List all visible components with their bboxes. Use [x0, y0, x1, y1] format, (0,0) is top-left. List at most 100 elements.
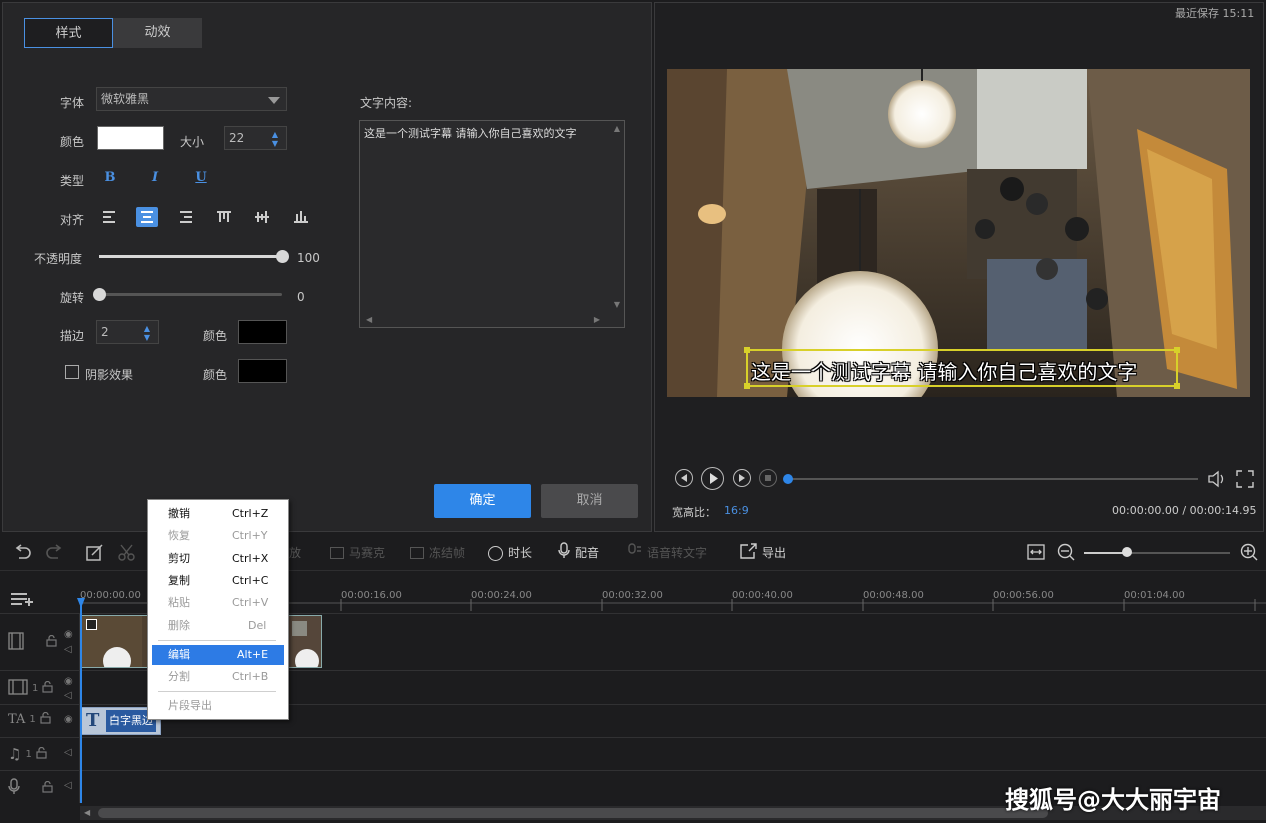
menu-item-shortcut: Ctrl+C: [232, 574, 269, 587]
menu-item-delete[interactable]: 删除 Del: [152, 616, 284, 636]
speaker-icon[interactable]: ◁: [64, 780, 72, 791]
fullscreen-icon[interactable]: [1236, 470, 1254, 491]
stroke-color-swatch[interactable]: [238, 320, 287, 344]
resize-handle-icon[interactable]: [1174, 383, 1180, 389]
eye-icon[interactable]: ◉: [64, 676, 73, 687]
lock-icon[interactable]: [40, 711, 51, 727]
menu-item-undo[interactable]: 撤销 Ctrl+Z: [152, 504, 284, 524]
menu-item-cut[interactable]: 剪切 Ctrl+X: [152, 549, 284, 569]
lock-icon[interactable]: [42, 680, 53, 696]
stepper-arrows-icon[interactable]: ▲ ▼: [142, 324, 152, 342]
duration-button[interactable]: 时长: [488, 544, 532, 562]
bold-button[interactable]: B: [99, 170, 121, 188]
scrollbar-thumb[interactable]: [98, 808, 1048, 818]
next-frame-icon[interactable]: [733, 469, 751, 487]
playhead[interactable]: [80, 598, 82, 803]
menu-item-export-clip[interactable]: 片段导出: [152, 696, 284, 716]
size-stepper[interactable]: 22 ▲ ▼: [224, 126, 287, 150]
volume-icon[interactable]: [1208, 470, 1228, 491]
stop-icon[interactable]: [759, 469, 777, 487]
stroke-width-stepper[interactable]: 2 ▲ ▼: [96, 320, 159, 344]
speaker-icon[interactable]: ◁: [64, 690, 72, 701]
speech-to-text-button[interactable]: 语音转文字: [628, 542, 707, 564]
align-right-icon[interactable]: [174, 207, 196, 227]
font-label: 字体: [60, 96, 85, 110]
resize-handle-icon[interactable]: [744, 383, 750, 389]
stepper-arrows-icon[interactable]: ▲ ▼: [270, 130, 280, 148]
mosaic-label: 马赛克: [349, 546, 386, 560]
subtitle-box[interactable]: 这是一个测试字幕 请输入你自己喜欢的文字: [744, 347, 1180, 389]
play-icon[interactable]: [701, 467, 724, 490]
scroll-down-icon[interactable]: ▼: [614, 300, 620, 309]
duration-label: 时长: [508, 546, 533, 560]
playback-progress-handle[interactable]: [783, 474, 793, 484]
lock-icon[interactable]: [42, 780, 53, 796]
align-center-icon[interactable]: [136, 207, 158, 227]
underline-button[interactable]: U: [190, 170, 212, 188]
rotate-slider-handle[interactable]: [93, 288, 106, 301]
speaker-icon[interactable]: ◁: [64, 644, 72, 655]
chevron-down-icon: [268, 97, 280, 104]
align-bottom-icon[interactable]: [290, 207, 312, 227]
align-middle-icon[interactable]: [251, 207, 273, 227]
resize-handle-icon[interactable]: [744, 347, 750, 353]
menu-item-split[interactable]: 分割 Ctrl+B: [152, 667, 284, 687]
clock-icon: [488, 545, 503, 561]
redo-icon[interactable]: [46, 544, 64, 563]
playback-progress-bar[interactable]: [788, 478, 1198, 480]
shadow-color-swatch[interactable]: [238, 359, 287, 383]
voiceover-button[interactable]: 配音: [558, 542, 599, 562]
resize-handle-icon[interactable]: [1174, 347, 1180, 353]
video-preview[interactable]: 这是一个测试字幕 请输入你自己喜欢的文字: [667, 69, 1250, 397]
align-top-icon[interactable]: [213, 207, 235, 227]
shadow-checkbox[interactable]: [65, 365, 79, 379]
ok-button[interactable]: 确定: [434, 484, 531, 518]
speech-icon: [628, 542, 642, 564]
menu-item-edit[interactable]: 编辑 Alt+E: [152, 645, 284, 665]
aspect-ratio-value[interactable]: 16:9: [724, 504, 749, 517]
text-color-swatch[interactable]: [97, 126, 164, 150]
music-track[interactable]: [0, 737, 1266, 770]
export-button[interactable]: 导出: [740, 542, 786, 562]
mosaic-icon: [330, 547, 344, 559]
opacity-slider[interactable]: [99, 255, 282, 258]
lock-icon[interactable]: [46, 634, 57, 650]
menu-item-copy[interactable]: 复制 Ctrl+C: [152, 571, 284, 591]
menu-item-label: 复制: [168, 574, 190, 587]
overlay-track-header: 1: [8, 679, 53, 698]
lock-icon[interactable]: [36, 746, 47, 762]
menu-item-paste[interactable]: 粘贴 Ctrl+V: [152, 593, 284, 613]
zoom-slider-handle[interactable]: [1122, 547, 1132, 557]
scroll-right-icon[interactable]: ▶: [594, 315, 600, 324]
cancel-button[interactable]: 取消: [541, 484, 638, 518]
add-track-icon[interactable]: [11, 593, 33, 610]
fit-timeline-icon[interactable]: [1027, 544, 1045, 563]
italic-button[interactable]: I: [144, 170, 166, 188]
eye-icon[interactable]: ◉: [64, 714, 73, 725]
menu-item-label: 粘贴: [168, 596, 190, 609]
speaker-icon[interactable]: ◁: [64, 747, 72, 758]
zoom-out-icon[interactable]: [1057, 543, 1075, 564]
rotate-slider[interactable]: [99, 293, 282, 296]
menu-item-redo[interactable]: 恢复 Ctrl+Y: [152, 526, 284, 546]
mosaic-button[interactable]: 马赛克: [330, 544, 385, 562]
undo-icon[interactable]: [13, 544, 31, 563]
scroll-left-icon[interactable]: ◀: [84, 808, 90, 817]
align-left-icon[interactable]: [99, 207, 121, 227]
text-content-textarea[interactable]: 这是一个测试字幕 请输入你自己喜欢的文字 ▲ ▼ ◀ ▶: [359, 120, 625, 328]
subtitle-text: 这是一个测试字幕 请输入你自己喜欢的文字: [751, 360, 1138, 384]
playhead-handle[interactable]: [77, 598, 85, 608]
freeze-frame-button[interactable]: 冻结帧: [410, 544, 465, 562]
opacity-slider-handle[interactable]: [276, 250, 289, 263]
edit-icon[interactable]: [86, 544, 104, 564]
scroll-left-icon[interactable]: ◀: [366, 315, 372, 324]
text-content-value: 这是一个测试字幕 请输入你自己喜欢的文字: [364, 127, 577, 140]
tab-animation[interactable]: 动效: [113, 18, 202, 48]
scissors-icon[interactable]: [118, 544, 135, 564]
zoom-in-icon[interactable]: [1240, 543, 1258, 564]
font-select[interactable]: 微软雅黑: [96, 87, 287, 111]
prev-frame-icon[interactable]: [675, 469, 693, 487]
scroll-up-icon[interactable]: ▲: [614, 124, 620, 133]
tab-style[interactable]: 样式: [24, 18, 113, 48]
eye-icon[interactable]: ◉: [64, 629, 73, 640]
